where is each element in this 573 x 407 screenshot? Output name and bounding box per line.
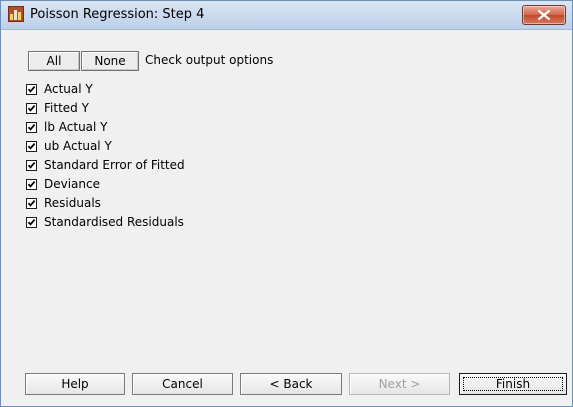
finish-button-label: Finish [495,377,531,391]
next-button-label: Next > [378,377,421,391]
finish-button[interactable]: Finish [459,373,567,395]
checkbox[interactable] [26,217,37,228]
checkmark-icon [27,219,36,226]
cancel-button-label: Cancel [162,377,203,391]
checkbox[interactable] [26,160,37,171]
option-label: Residuals [44,196,101,210]
cancel-button[interactable]: Cancel [132,373,233,395]
checkmark-icon [27,105,36,112]
checkbox[interactable] [26,141,37,152]
checkmark-icon [27,181,36,188]
option-label: lb Actual Y [44,120,108,134]
option-label: Actual Y [44,82,93,96]
back-button[interactable]: < Back [240,373,342,395]
back-button-label: < Back [269,377,313,391]
help-button-label: Help [61,377,89,391]
checkmark-icon [27,200,36,207]
option-label: ub Actual Y [44,139,112,153]
check-options-hint: Check output options [145,53,274,67]
option-label: Standard Error of Fitted [44,158,185,172]
checkmark-icon [27,143,36,150]
close-button[interactable] [522,5,566,25]
select-all-button[interactable]: All [28,51,80,71]
dialog-window: Poisson Regression: Step 4 All None Chec… [0,0,573,407]
checkbox[interactable] [26,103,37,114]
close-icon [538,10,550,20]
checkmark-icon [27,124,36,131]
checkmark-icon [27,162,36,169]
checkbox[interactable] [26,84,37,95]
app-icon [8,6,24,22]
checkbox[interactable] [26,122,37,133]
checkmark-icon [27,86,36,93]
option-label: Deviance [44,177,100,191]
window-title: Poisson Regression: Step 4 [30,7,205,22]
option-label: Standardised Residuals [44,215,184,229]
checkbox[interactable] [26,198,37,209]
next-button[interactable]: Next > [349,373,450,395]
title-bar: Poisson Regression: Step 4 [1,1,572,30]
help-button[interactable]: Help [25,373,125,395]
select-none-button[interactable]: None [81,51,139,71]
option-label: Fitted Y [44,101,89,115]
checkbox[interactable] [26,179,37,190]
